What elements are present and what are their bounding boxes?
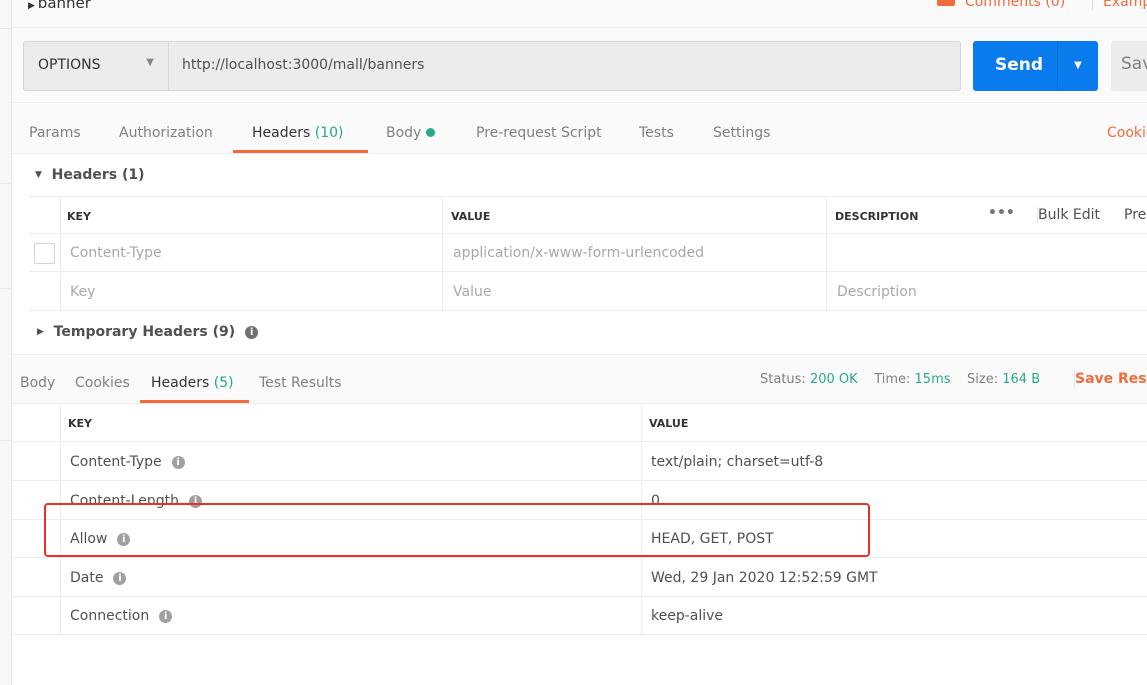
request-headers-table-header: KEY VALUE DESCRIPTION ••• Bulk Edit Pres… [29, 196, 1147, 234]
send-button[interactable]: Send ▼ [973, 41, 1098, 91]
response-header-key: Date i [70, 570, 127, 586]
caret-right-icon: ▶ [28, 1, 38, 11]
header-key[interactable]: Content-Type [70, 245, 162, 261]
status-value[interactable]: 200 OK [810, 372, 858, 387]
tab-tests[interactable]: Tests [639, 125, 674, 141]
column-key: KEY [67, 210, 92, 223]
table-row: Content-Type application/x-www-form-urle… [29, 234, 1147, 272]
info-icon: i [245, 326, 259, 339]
response-tab-cookies[interactable]: Cookies [75, 375, 130, 391]
response-header-value: Wed, 29 Jan 2020 12:52:59 GMT [651, 569, 878, 586]
method-select[interactable]: OPTIONS ▼ [23, 41, 169, 91]
tab-authorization[interactable]: Authorization [119, 125, 213, 141]
highlight-box [44, 503, 870, 557]
response-headers-table-header: KEY VALUE [12, 404, 1147, 442]
tab-headers[interactable]: Headers (10) [252, 125, 343, 141]
table-row: Date i Wed, 29 Jan 2020 12:52:59 GMT [12, 558, 1147, 597]
info-icon: i [171, 456, 185, 469]
tab-body[interactable]: Body [386, 125, 435, 141]
temporary-headers-toggle[interactable]: ▶ Temporary Headers (9) i [37, 324, 259, 340]
active-tab-indicator [233, 150, 368, 153]
table-row-new: Key Value Description [29, 273, 1147, 311]
request-name-bar: ▶ banner Comments (0) Examples [12, 0, 1147, 28]
column-value: VALUE [649, 417, 689, 430]
response-tab-test-results[interactable]: Test Results [259, 375, 342, 391]
response-meta: Status: 200 OK Time: 15ms Size: 164 B [760, 372, 1041, 387]
cookies-link[interactable]: Cookies [1107, 125, 1147, 141]
caret-down-icon: ▼ [35, 170, 42, 180]
more-icon[interactable]: ••• [988, 205, 1015, 221]
tab-pre-request-script[interactable]: Pre-request Script [476, 125, 602, 141]
active-tab-indicator [140, 400, 249, 403]
request-tabs: Params Authorization Headers (10) Body P… [12, 103, 1147, 154]
send-dropdown-icon[interactable]: ▼ [1057, 41, 1098, 91]
size-value[interactable]: 164 B [1002, 372, 1040, 387]
response-tab-headers[interactable]: Headers (5) [151, 375, 234, 391]
response-header-value: text/plain; charset=utf-8 [651, 454, 824, 470]
body-dot-icon [425, 128, 435, 137]
row-checkbox[interactable] [34, 243, 55, 264]
key-input[interactable]: Key [70, 284, 95, 300]
column-description: DESCRIPTION [835, 210, 919, 223]
chevron-down-icon: ▼ [146, 57, 154, 68]
request-name[interactable]: ▶ banner [28, 0, 91, 12]
info-icon: i [159, 610, 173, 623]
column-value: VALUE [451, 210, 491, 223]
comments-link[interactable]: Comments (0) [937, 0, 1065, 10]
comment-icon [937, 0, 955, 6]
response-header-key: Connection i [70, 608, 173, 624]
column-key: KEY [68, 417, 93, 430]
time-value[interactable]: 15ms [915, 372, 951, 387]
sidebar [0, 0, 12, 685]
examples-link[interactable]: Examples [1092, 0, 1147, 10]
header-value[interactable]: application/x-www-form-urlencoded [453, 245, 704, 261]
response-tab-body[interactable]: Body [20, 375, 55, 391]
info-icon: i [113, 571, 127, 585]
url-input[interactable]: http://localhost:3000/mall/banners [168, 41, 961, 91]
table-row: Connection i keep-alive [12, 597, 1147, 635]
response-header-key: Content-Type i [70, 454, 185, 470]
response-header-value: keep-alive [651, 608, 724, 624]
response-tabs: Body Cookies Headers (5) Test Results St… [12, 354, 1147, 404]
save-button[interactable]: Save [1111, 41, 1147, 91]
tab-params[interactable]: Params [29, 125, 81, 141]
bulk-edit-link[interactable]: Bulk Edit [1037, 207, 1100, 223]
value-input[interactable]: Value [453, 284, 491, 300]
caret-right-icon: ▶ [37, 327, 44, 337]
save-response-button[interactable]: Save Response [1074, 371, 1147, 387]
description-input[interactable]: Description [837, 284, 917, 300]
tab-settings[interactable]: Settings [713, 125, 770, 141]
headers-section-toggle[interactable]: ▼ Headers (1) [35, 167, 145, 183]
presets-link[interactable]: Presets [1124, 207, 1147, 223]
table-row: Content-Type i text/plain; charset=utf-8 [12, 443, 1147, 481]
